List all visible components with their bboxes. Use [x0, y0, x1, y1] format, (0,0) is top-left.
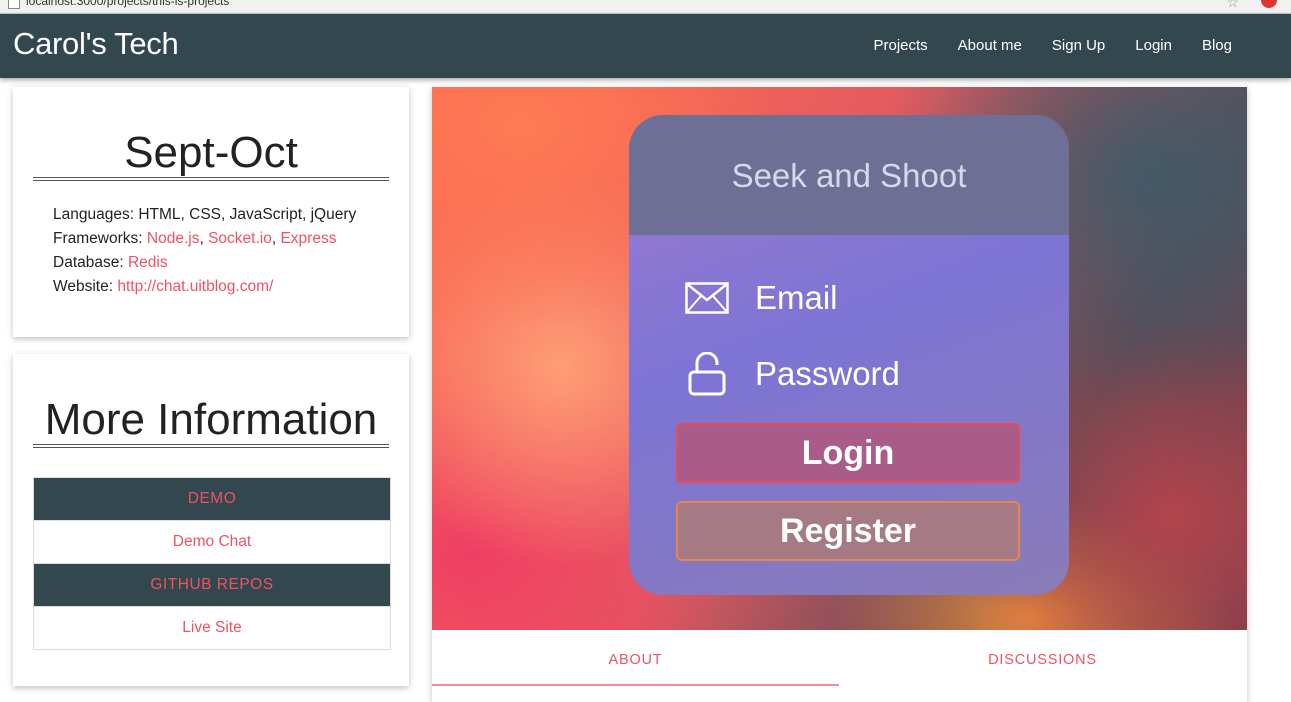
demo-chat-link[interactable]: Demo Chat — [34, 520, 390, 563]
tab-about[interactable]: ABOUT — [432, 630, 839, 686]
password-label: Password — [755, 355, 900, 392]
framework-link-express[interactable]: Express — [280, 230, 336, 247]
unlocked-padlock-icon — [681, 352, 733, 396]
brand-logo[interactable]: Carol's Tech — [13, 26, 179, 62]
project-dates-card: Sept-Oct Languages: HTML, CSS, JavaScrip… — [13, 87, 409, 337]
password-field: Password — [681, 349, 900, 399]
email-field: Email — [681, 273, 838, 323]
app-login-mockup: Seek and Shoot Email Password Login Regi… — [629, 115, 1069, 595]
bookmark-star-icon[interactable]: ☆ — [1226, 0, 1239, 11]
framework-link-socketio[interactable]: Socket.io — [208, 230, 272, 247]
mockup-login-button: Login — [676, 423, 1020, 483]
mockup-register-button: Register — [676, 501, 1020, 561]
website-label: Website: — [53, 278, 114, 295]
url-text[interactable]: localhost:3000/projects/this-is-projects — [26, 0, 229, 8]
extension-icon[interactable] — [1261, 0, 1277, 8]
project-hero-image: Seek and Shoot Email Password Login Regi… — [432, 87, 1247, 630]
nav-link-sign-up[interactable]: Sign Up — [1037, 14, 1120, 78]
frameworks-label: Frameworks: — [53, 230, 143, 247]
tab-discussions[interactable]: DISCUSSIONS — [839, 630, 1246, 684]
nav-link-projects[interactable]: Projects — [858, 14, 942, 78]
frameworks-line: Frameworks: Node.js, Socket.io, Express — [53, 230, 337, 247]
live-site-link[interactable]: Live Site — [34, 606, 390, 649]
browser-url-bar[interactable]: localhost:3000/projects/this-is-projects… — [0, 0, 1291, 14]
framework-link-nodejs[interactable]: Node.js — [147, 230, 200, 247]
nav-link-about-me[interactable]: About me — [943, 14, 1037, 78]
languages-line: Languages: HTML, CSS, JavaScript, jQuery — [53, 203, 356, 227]
database-label: Database: — [53, 254, 124, 271]
top-navbar: Carol's Tech Projects About me Sign Up L… — [0, 14, 1291, 78]
more-information-list: DEMO Demo Chat GITHUB REPOS Live Site — [33, 477, 391, 650]
email-label: Email — [755, 279, 838, 316]
tech-info-list: Languages: HTML, CSS, JavaScript, jQuery… — [53, 203, 356, 299]
more-information-heading: More Information — [33, 398, 389, 448]
database-line: Database: Redis — [53, 251, 356, 275]
more-information-card: More Information DEMO Demo Chat GITHUB R… — [13, 354, 409, 686]
database-link-redis[interactable]: Redis — [128, 254, 168, 271]
nav-link-login[interactable]: Login — [1120, 14, 1187, 78]
website-line: Website: http://chat.uitblog.com/ — [53, 275, 356, 299]
nav-link-blog[interactable]: Blog — [1187, 14, 1247, 78]
nav-links: Projects About me Sign Up Login Blog — [858, 14, 1291, 78]
app-title: Seek and Shoot — [629, 115, 1069, 235]
project-showcase-card: Seek and Shoot Email Password Login Regi… — [432, 87, 1247, 702]
envelope-icon — [681, 276, 733, 320]
github-repos-section-header: GITHUB REPOS — [34, 563, 390, 606]
languages-value: HTML, CSS, JavaScript, jQuery — [138, 206, 357, 223]
project-tabs: ABOUT DISCUSSIONS — [432, 630, 1247, 702]
dates-heading: Sept-Oct — [33, 131, 389, 181]
languages-label: Languages: — [53, 206, 135, 223]
demo-section-header: DEMO — [34, 478, 390, 520]
website-link[interactable]: http://chat.uitblog.com/ — [117, 278, 273, 295]
page-icon — [8, 0, 20, 9]
